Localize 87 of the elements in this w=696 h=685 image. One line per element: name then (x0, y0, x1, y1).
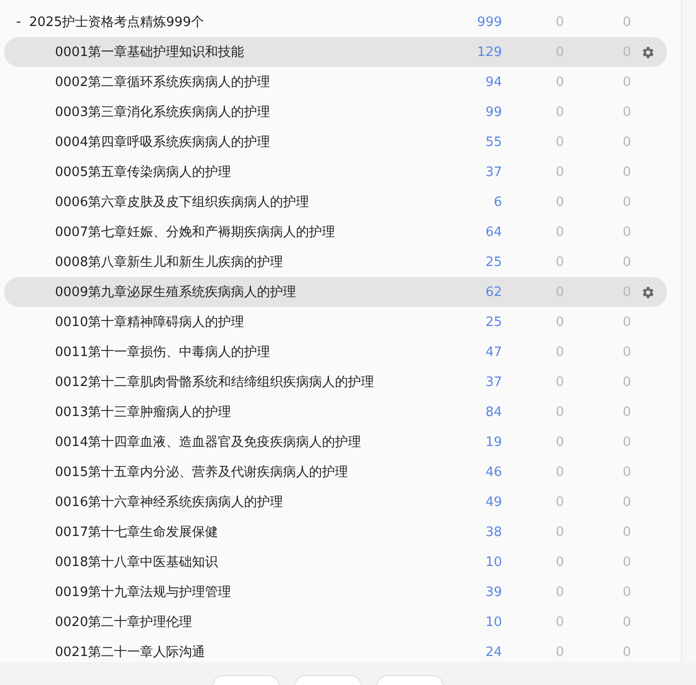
question-count: 10 (484, 554, 502, 570)
chapter-title[interactable]: 0007第七章妊娠、分娩和产褥期疾病病人的护理 (4, 223, 336, 241)
chapter-title[interactable]: 0012第十二章肌肉骨骼系统和结缔组织疾病病人的护理 (4, 373, 374, 391)
count-value: 0 (554, 314, 564, 330)
chapter-title[interactable]: 0021第二十一章人际沟通 (4, 643, 206, 661)
count-value: 0 (554, 644, 564, 660)
count-value: 0 (622, 614, 631, 630)
count-value: 0 (554, 434, 564, 450)
count-value: 0 (622, 344, 631, 360)
count-value: 0 (554, 194, 564, 210)
count-value: 0 (622, 254, 631, 270)
count-value: 0 (554, 584, 564, 600)
count-value: 0 (554, 74, 564, 90)
question-count: 37 (484, 164, 502, 180)
chapter-title[interactable]: 0004第四章呼吸系统疾病病人的护理 (4, 133, 270, 151)
chapter-title[interactable]: 0005第五章传染病病人的护理 (4, 163, 232, 181)
question-count: 6 (492, 194, 502, 210)
chapter-title[interactable]: 0017第十七章生命发展保健 (4, 523, 218, 541)
question-count: 64 (484, 224, 502, 240)
chapter-title[interactable]: 0013第十三章肿瘤病人的护理 (4, 403, 232, 421)
question-count: 99 (484, 104, 502, 120)
count-value: 0 (622, 524, 631, 540)
count-value: 0 (622, 434, 631, 450)
settings-icon[interactable] (640, 44, 655, 60)
question-count: 55 (484, 134, 502, 150)
chapter-title[interactable]: 0020第二十章护理伦理 (4, 613, 192, 631)
question-count: 62 (484, 284, 502, 300)
question-count: 46 (484, 464, 502, 480)
question-count: 19 (484, 434, 502, 450)
question-count: 10 (484, 614, 502, 630)
count-value: 0 (554, 554, 564, 570)
count-value: 0 (622, 554, 631, 570)
count-value: 0 (622, 374, 631, 390)
chapter-title[interactable]: 0010第十章精神障碍病人的护理 (4, 313, 244, 331)
count-value: 0 (622, 14, 631, 30)
count-value: 0 (554, 614, 564, 630)
count-value: 0 (554, 464, 564, 480)
count-value: 0 (622, 404, 631, 420)
settings-icon[interactable] (640, 284, 655, 300)
count-value: 0 (554, 254, 564, 270)
count-value: 0 (554, 224, 564, 240)
count-value: 0 (554, 104, 564, 120)
count-value: 0 (554, 374, 564, 390)
question-count: 84 (484, 404, 502, 420)
count-value: 0 (622, 314, 631, 330)
question-count: 49 (484, 494, 502, 510)
count-value: 0 (554, 494, 564, 510)
count-value: 0 (554, 14, 564, 30)
question-count: 39 (484, 584, 502, 600)
count-value: 0 (622, 464, 631, 480)
question-count: 47 (484, 344, 502, 360)
chapter-title[interactable]: 0015第十五章内分泌、营养及代谢疾病病人的护理 (4, 463, 348, 481)
chapter-title[interactable]: 0008第八章新生儿和新生儿疾病的护理 (4, 253, 284, 271)
question-count: 25 (484, 314, 502, 330)
chapter-title[interactable]: 0001第一章基础护理知识和技能 (4, 43, 244, 61)
count-value: 0 (554, 404, 564, 420)
count-value: 0 (622, 134, 631, 150)
count-value: 0 (622, 644, 631, 660)
chapter-title[interactable]: 0006第六章皮肤及皮下组织疾病病人的护理 (4, 193, 310, 211)
collapse-toggle[interactable]: - (16, 14, 22, 30)
chapter-title[interactable]: 0003第三章消化系统疾病病人的护理 (4, 103, 270, 121)
count-value: 0 (622, 584, 631, 600)
count-value: 0 (554, 524, 564, 540)
tree-item-title[interactable]: 2025护士资格考点精炼999个 (29, 13, 204, 31)
chapter-title[interactable]: 0014第十四章血液、造血器官及免疫疾病病人的护理 (4, 433, 362, 451)
question-count: 38 (484, 524, 502, 540)
question-count: 37 (484, 374, 502, 390)
count-value: 0 (554, 164, 564, 180)
count-value: 0 (622, 104, 631, 120)
chapter-title[interactable]: 0002第二章循环系统疾病病人的护理 (4, 73, 270, 91)
chapter-title[interactable]: 0009第九章泌尿生殖系统疾病病人的护理 (4, 283, 296, 301)
question-count: 24 (484, 644, 502, 660)
question-count: 25 (484, 254, 502, 270)
question-count: 999 (476, 14, 502, 30)
chapter-title[interactable]: 0016第十六章神经系统疾病病人的护理 (4, 493, 284, 511)
count-value: 0 (554, 134, 564, 150)
count-value: 0 (622, 224, 631, 240)
count-value: 0 (622, 194, 631, 210)
chapter-title[interactable]: 0011第十一章损伤、中毒病人的护理 (4, 343, 270, 361)
question-count: 94 (484, 74, 502, 90)
count-value: 0 (622, 494, 631, 510)
count-value: 0 (554, 344, 564, 360)
chapter-title[interactable]: 0019第十九章法规与护理管理 (4, 583, 232, 601)
chapter-title[interactable]: 0018第十八章中医基础知识 (4, 553, 218, 571)
question-count: 129 (476, 44, 502, 60)
count-value: 0 (622, 74, 631, 90)
count-value: 0 (622, 164, 631, 180)
